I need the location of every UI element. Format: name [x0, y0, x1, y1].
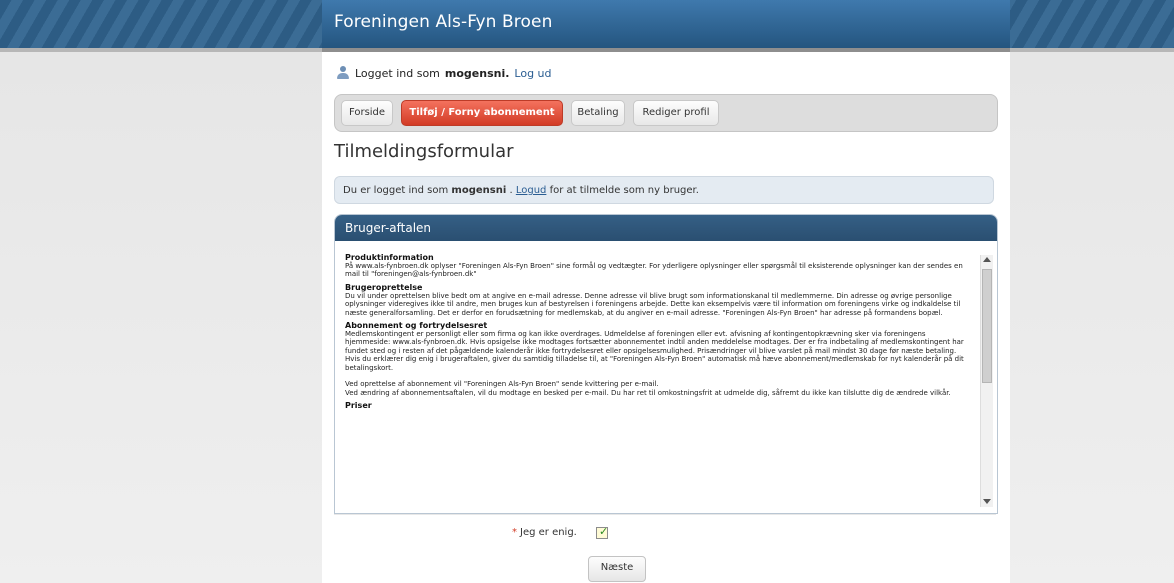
terms-heading: Brugeroprettelse — [345, 282, 423, 292]
scroll-down-icon[interactable] — [983, 499, 991, 504]
login-status: Logget ind som mogensni. Log ud — [336, 66, 552, 80]
login-prefix: Logget ind som — [355, 66, 440, 80]
agree-label: * Jeg er enig. — [512, 527, 577, 538]
tab-forside[interactable]: Forside — [341, 100, 393, 126]
terms-scrollbar[interactable] — [980, 255, 993, 507]
terms-paragraph: Hvis du erklærer dig enig i brugeraftale… — [345, 355, 964, 372]
login-info-box: Du er logget ind som mogensni . Logud fo… — [334, 176, 994, 204]
terms-heading: Produktinformation — [345, 253, 434, 262]
background-right — [1010, 52, 1174, 583]
agree-row: * Jeg er enig. ✓ — [334, 514, 996, 551]
user-icon — [336, 66, 350, 80]
tab-tilfoej-forny-abonnement[interactable]: Tilføj / Forny abonnement — [401, 100, 563, 126]
info-logout-link[interactable]: Logud — [516, 185, 547, 196]
user-agreement-panel: Bruger-aftalen Produktinformation På www.… — [334, 214, 998, 514]
checkmark-icon: ✓ — [599, 525, 609, 538]
tab-bar: Forside Tilføj / Forny abonnement Betali… — [334, 94, 998, 132]
site-header: Foreningen Als-Fyn Broen — [322, 0, 1010, 52]
terms-paragraph: Ved ændring af abonnementsaftalen, vil d… — [345, 388, 951, 397]
scroll-up-icon[interactable] — [983, 257, 991, 262]
info-sep: . — [509, 185, 513, 196]
terms-text-area[interactable]: Produktinformation På www.als-fynbroen.dk… — [341, 249, 981, 507]
info-prefix: Du er logget ind som — [343, 185, 449, 196]
tab-betaling[interactable]: Betaling — [571, 100, 625, 126]
terms-heading: Abonnement og fortrydelsesret — [345, 321, 488, 331]
info-username: mogensni — [451, 185, 507, 196]
panel-title: Bruger-aftalen — [335, 215, 997, 241]
info-suffix: for at tilmelde som ny bruger. — [549, 185, 699, 196]
terms-paragraph: Ved oprettelse af abonnement vil "Foreni… — [345, 380, 659, 389]
terms-heading: Priser — [345, 401, 372, 411]
required-mark: * — [512, 527, 517, 538]
site-title[interactable]: Foreningen Als-Fyn Broen — [334, 12, 552, 32]
agree-checkbox[interactable]: ✓ — [596, 525, 609, 539]
login-username: mogensni. — [444, 66, 510, 80]
tab-rediger-profil[interactable]: Rediger profil — [633, 100, 719, 126]
agree-text: Jeg er enig. — [520, 527, 577, 538]
terms-paragraph: Medlemskontingent er personligt eller so… — [345, 330, 964, 355]
logout-link[interactable]: Log ud — [514, 67, 551, 80]
page-title: Tilmeldingsformular — [334, 141, 514, 162]
terms-paragraph: Du vil under oprettelsen blive bedt om a… — [345, 291, 961, 317]
terms-paragraph: På www.als-fynbroen.dk oplyser "Forening… — [345, 262, 963, 279]
scroll-thumb[interactable] — [982, 269, 992, 383]
page-container: Foreningen Als-Fyn Broen Logget ind som … — [322, 0, 1010, 583]
terms-paragraph — [345, 372, 967, 380]
next-button[interactable]: Næste — [588, 556, 646, 582]
background-left — [0, 52, 322, 583]
